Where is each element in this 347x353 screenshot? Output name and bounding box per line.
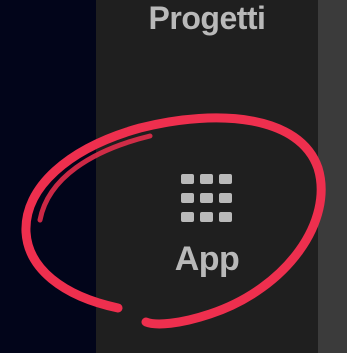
sidebar-item-apps[interactable]: App xyxy=(96,160,318,290)
main-content-edge xyxy=(318,0,347,353)
sidebar-item-label: App xyxy=(174,240,240,278)
sidebar-item-label: Progetti xyxy=(148,0,266,36)
sidebar-item-projects[interactable]: Progetti xyxy=(96,0,318,50)
screen: Progetti App xyxy=(0,0,347,353)
apps-grid-icon xyxy=(181,174,232,222)
